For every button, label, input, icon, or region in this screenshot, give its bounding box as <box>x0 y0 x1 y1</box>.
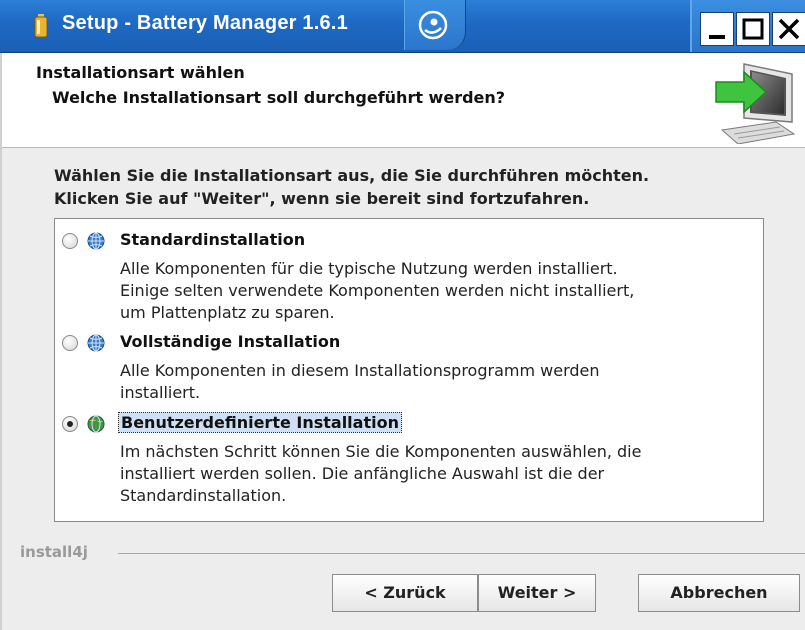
option-description-custom: Im nächsten Schritt können Sie die Kompo… <box>120 441 641 507</box>
cancel-button[interactable]: Abbrechen <box>638 574 800 612</box>
battery-icon <box>34 14 48 38</box>
description-line: Im nächsten Schritt können Sie die Kompo… <box>120 442 642 461</box>
minimize-button[interactable] <box>700 12 734 46</box>
maximize-icon <box>742 18 764 40</box>
footer-divider <box>118 553 805 554</box>
window-title: Setup - Battery Manager 1.6.1 <box>62 12 348 34</box>
instruction-line-2: Klicken Sie auf "Weiter", wenn sie berei… <box>54 189 590 208</box>
title-bar[interactable]: Setup - Battery Manager 1.6.1 <box>0 0 805 53</box>
option-label-custom[interactable]: Benutzerdefinierte Installation <box>118 412 402 433</box>
radio-custom-installation[interactable] <box>62 416 78 432</box>
option-label-full[interactable]: Vollständige Installation <box>120 332 340 351</box>
brand-label: install4j <box>20 543 88 561</box>
description-line: Alle Komponenten für die typische Nutzun… <box>120 259 618 278</box>
instruction-line-1: Wählen Sie die Installationsart aus, die… <box>54 166 650 185</box>
option-description-full: Alle Komponenten in diesem Installations… <box>120 360 600 404</box>
page-title: Installationsart wählen <box>36 63 245 82</box>
description-line: installiert werden sollen. Die anfänglic… <box>120 464 605 483</box>
radio-full-installation[interactable] <box>62 335 78 351</box>
next-button[interactable]: Weiter > <box>478 574 596 612</box>
description-line: um Plattenplatz zu sparen. <box>120 303 335 322</box>
minimize-icon <box>709 35 725 39</box>
option-label-standard[interactable]: Standardinstallation <box>120 230 305 249</box>
close-icon <box>778 18 800 40</box>
back-button[interactable]: < Zurück <box>332 574 478 612</box>
close-button[interactable] <box>772 12 805 46</box>
app-swirl-icon <box>418 10 448 40</box>
description-line: Alle Komponenten in diesem Installations… <box>120 361 600 380</box>
option-description-standard: Alle Komponenten für die typische Nutzun… <box>120 258 634 324</box>
setup-window: Setup - Battery Manager 1.6.1 Installati… <box>0 0 805 630</box>
page-subtitle: Welche Installationsart soll durchgeführ… <box>52 88 506 107</box>
globe-icon <box>87 334 105 352</box>
globe-icon <box>87 232 105 250</box>
description-line: installiert. <box>120 383 201 402</box>
description-line: Einige selten verwendete Komponenten wer… <box>120 281 635 300</box>
radio-standard-installation[interactable] <box>62 233 78 249</box>
title-tab <box>404 0 466 50</box>
globe-custom-icon <box>87 415 105 433</box>
window-border <box>0 53 2 630</box>
install-computer-icon <box>715 63 796 144</box>
description-line: Standardinstallation. <box>120 486 287 505</box>
maximize-button[interactable] <box>736 12 770 46</box>
